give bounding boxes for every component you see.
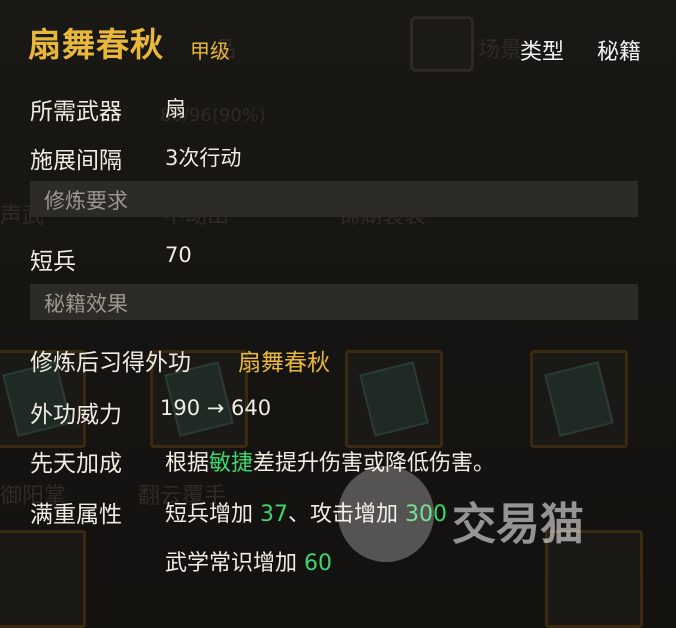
item-grade: 甲级 (190, 39, 230, 63)
learn-value: 扇舞春秋 (238, 350, 330, 376)
full-bonus-1-text: 短兵增加 (165, 502, 260, 527)
full-bonus-3-value: 60 (304, 551, 332, 576)
power-label: 外功威力 (30, 402, 122, 428)
interval-value: 3次行动 (165, 146, 242, 170)
type-label: 类型 (520, 40, 565, 65)
innate-label: 先天加成 (30, 451, 122, 477)
full-bonus-3-text: 武学常识增加 (165, 551, 304, 576)
interval-label: 施展间隔 (30, 148, 122, 174)
full-weight-label: 满重属性 (30, 502, 122, 528)
innate-highlight: 敏捷 (209, 451, 254, 476)
full-bonus-sep: 、 (288, 502, 311, 527)
power-value: 190 → 640 (160, 396, 272, 420)
effects-section-header: 秘籍效果 (30, 284, 638, 320)
full-weight-line-2: 武学常识增加 60 (165, 545, 332, 577)
section-title: 秘籍效果 (44, 292, 128, 316)
requirement-skill-value: 70 (165, 243, 192, 267)
requirement-skill-label: 短兵 (30, 249, 76, 275)
requirement-section-header: 修炼要求 (30, 181, 638, 217)
item-name: 扇舞春秋 (28, 25, 164, 64)
innate-description: 根据敏捷差提升伤害或降低伤害。 (165, 445, 495, 477)
type-value: 秘籍 (597, 40, 642, 65)
learn-label: 修炼后习得外功 (30, 350, 191, 376)
full-bonus-1-value: 37 (260, 502, 288, 527)
weapon-label: 所需武器 (30, 99, 122, 125)
weapon-value: 扇 (165, 97, 186, 121)
innate-prefix: 根据 (165, 451, 210, 476)
section-title: 修炼要求 (44, 189, 128, 213)
watermark-text: 交易猫 (452, 499, 584, 550)
watermark-cat-icon (338, 466, 434, 562)
